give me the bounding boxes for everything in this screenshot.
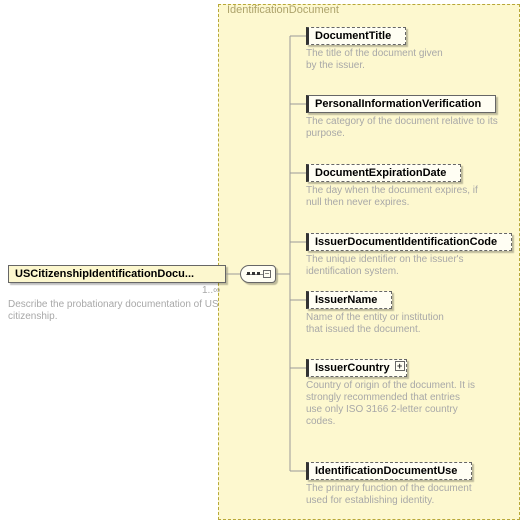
root-element[interactable]: USCitizenshipIdentificationDocu...	[8, 265, 226, 283]
element-personalinformationverification[interactable]: PersonalInformationVerification	[306, 95, 496, 113]
element-label: DocumentExpirationDate	[315, 167, 446, 179]
element-documentexpirationdate[interactable]: DocumentExpirationDate	[306, 164, 461, 182]
element-issuercountry[interactable]: IssuerCountry +	[306, 359, 407, 377]
element-label: IssuerCountry	[315, 362, 390, 374]
group-title: IdentificationDocument	[227, 4, 339, 16]
element-issuerdocumentidentificationcode[interactable]: IssuerDocumentIdentificationCode	[306, 233, 512, 251]
root-description: Describe the probationary documentation …	[8, 299, 243, 323]
element-desc: The day when the document expires, if nu…	[306, 185, 481, 209]
element-label: PersonalInformationVerification	[315, 98, 481, 110]
minus-icon: −	[263, 270, 271, 278]
element-desc: Name of the entity or institution that i…	[306, 312, 456, 336]
element-desc: The category of the document relative to…	[306, 116, 506, 140]
element-desc: Country of origin of the document. It is…	[306, 380, 476, 428]
element-identificationdocumentuse[interactable]: IdentificationDocumentUse	[306, 462, 472, 480]
element-label: DocumentTitle	[315, 30, 391, 42]
root-element-label: USCitizenshipIdentificationDocu...	[15, 268, 194, 280]
element-label: IdentificationDocumentUse	[315, 465, 457, 477]
sequence-compositor[interactable]: −	[240, 265, 276, 283]
element-desc: The unique identifier on the issuer's id…	[306, 254, 496, 278]
element-issuername[interactable]: IssuerName	[306, 291, 392, 309]
schema-diagram: IdentificationDocument USCitizenshipIden…	[0, 0, 527, 523]
element-documenttitle[interactable]: DocumentTitle	[306, 27, 406, 45]
element-label: IssuerDocumentIdentificationCode	[315, 236, 497, 248]
root-cardinality: 1..∞	[202, 285, 220, 297]
element-desc: The primary function of the document use…	[306, 483, 486, 507]
element-desc: The title of the document given by the i…	[306, 48, 451, 72]
plus-icon[interactable]: +	[395, 361, 405, 371]
element-label: IssuerName	[315, 294, 377, 306]
